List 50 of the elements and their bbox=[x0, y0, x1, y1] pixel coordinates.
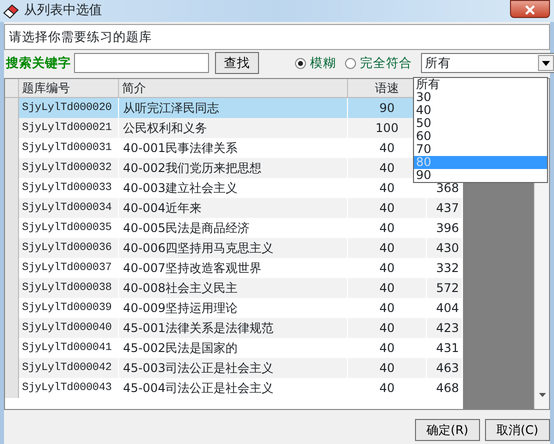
column-header[interactable]: 简介 bbox=[119, 79, 348, 97]
table-cell: 45-003司法公正是社会主义 bbox=[119, 358, 348, 378]
speed-dropdown[interactable]: 所有 bbox=[421, 53, 554, 73]
radio-label[interactable]: 模糊 bbox=[310, 54, 336, 72]
eraser-icon bbox=[2, 3, 20, 19]
table-cell: 423 bbox=[427, 318, 463, 338]
table-cell: 40 bbox=[348, 318, 427, 338]
table-cell: SjyLylTd000020 bbox=[19, 98, 119, 118]
table-cell: 437 bbox=[427, 198, 463, 218]
table-cell: 40-008社会主义民主 bbox=[119, 278, 348, 298]
table-cell: SjyLylTd000042 bbox=[19, 358, 119, 378]
table-cell: 430 bbox=[427, 238, 463, 258]
prompt-text: 请选择你需要练习的题库 bbox=[9, 28, 152, 46]
caret-icon bbox=[542, 60, 550, 66]
table-cell: SjyLylTd000043 bbox=[19, 378, 119, 398]
table-cell: SjyLylTd000032 bbox=[19, 158, 119, 178]
close-icon bbox=[525, 4, 535, 15]
table-cell: SjyLylTd000034 bbox=[19, 198, 119, 218]
row-header[interactable] bbox=[5, 378, 19, 398]
table-cell: 40 bbox=[348, 378, 427, 398]
close-button[interactable] bbox=[510, 0, 550, 18]
table-cell: 40 bbox=[348, 358, 427, 378]
table-cell: 40-002我们党历来把思想 bbox=[119, 158, 348, 178]
table-cell: 40 bbox=[348, 278, 427, 298]
window-title: 从列表中选值 bbox=[24, 2, 102, 20]
radio-label[interactable]: 完全符合 bbox=[360, 54, 412, 72]
table-cell: 45-001法律关系是法律规范 bbox=[119, 318, 348, 338]
table-cell: SjyLylTd000021 bbox=[19, 118, 119, 138]
radio-button[interactable] bbox=[345, 58, 356, 68]
scroll-down-icon[interactable] bbox=[538, 393, 546, 397]
table-cell: 40 bbox=[348, 198, 427, 218]
table-cell: 40-004近年来 bbox=[119, 198, 348, 218]
radio-button[interactable] bbox=[295, 58, 306, 68]
table-cell: 463 bbox=[427, 358, 463, 378]
cancel-button[interactable]: 取消(C) bbox=[485, 419, 550, 441]
row-header[interactable] bbox=[5, 98, 19, 118]
table-cell: 40 bbox=[348, 238, 427, 258]
ok-button[interactable]: 确定(R) bbox=[415, 419, 480, 441]
search-field[interactable] bbox=[74, 53, 209, 73]
table-cell: 40-006四坚持用马克思主义 bbox=[119, 238, 348, 258]
search-label: 搜索关键字 bbox=[6, 54, 71, 72]
table-cell: 公民权利和义务 bbox=[119, 118, 348, 138]
table-cell: SjyLylTd000036 bbox=[19, 238, 119, 258]
find-button[interactable]: 查找 bbox=[215, 52, 259, 74]
table-cell: 从听完江泽民同志 bbox=[119, 98, 348, 118]
table-cell: SjyLylTd000040 bbox=[19, 318, 119, 338]
table-cell: 45-004司法公正是社会主义 bbox=[119, 378, 348, 398]
table-cell: SjyLylTd000038 bbox=[19, 278, 119, 298]
column-header[interactable]: 题库编号 bbox=[19, 79, 119, 97]
table-cell: 572 bbox=[427, 278, 463, 298]
